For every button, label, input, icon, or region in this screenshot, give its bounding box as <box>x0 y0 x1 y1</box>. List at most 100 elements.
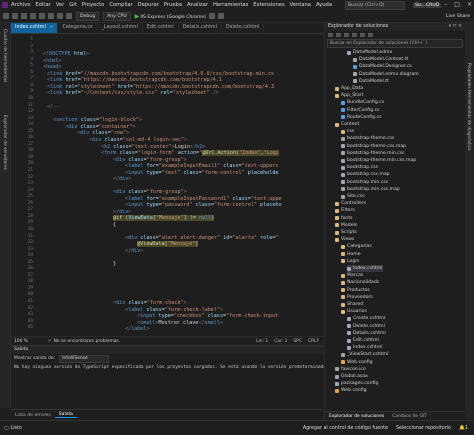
menu-ver[interactable]: Ver <box>56 2 64 8</box>
tree-item[interactable]: bootstrap-theme.css <box>341 135 394 142</box>
tab-solution-explorer[interactable]: Explorador de soluciones <box>325 414 388 419</box>
back-icon[interactable] <box>3 13 9 19</box>
forward-icon[interactable] <box>12 13 18 19</box>
close-icon[interactable]: × <box>50 23 54 33</box>
tree-item[interactable]: bootstrap.min.css <box>341 179 388 186</box>
tree-item[interactable]: RouteConfig.cs <box>341 114 381 121</box>
tree-item[interactable]: bootstrap-theme.min.css.map <box>341 157 416 164</box>
tree-item[interactable]: Proveedors <box>341 294 373 301</box>
configuration-dropdown[interactable]: Debug <box>76 11 100 21</box>
tree-item[interactable]: App_Data <box>335 85 363 92</box>
tree-item[interactable]: Shared <box>341 301 363 308</box>
menu-archivo[interactable]: Archivo <box>11 2 30 8</box>
tree-item[interactable]: Web.config <box>335 387 367 394</box>
close-icon[interactable]: × <box>467 1 472 8</box>
tree-item[interactable]: Global.asax <box>335 373 368 380</box>
notifications-icon[interactable]: 🔔1 <box>459 426 468 431</box>
run-button[interactable]: ▶IIS Express (Google Chrome) <box>135 13 206 20</box>
menu-prueba[interactable]: Prueba <box>164 2 182 8</box>
tree-item[interactable]: fonts <box>335 215 353 222</box>
show-all-icon[interactable] <box>360 32 365 37</box>
properties-tab[interactable]: Propiedades Herramientas de diagnóstico <box>467 63 472 151</box>
menu-editar[interactable]: Editar <box>35 2 50 8</box>
browser-link-icon[interactable] <box>218 13 225 19</box>
tree-item[interactable]: Categorias <box>341 243 372 250</box>
tree-item[interactable]: Productos <box>341 287 370 294</box>
tab-delete-cshtml[interactable]: Delete.cshtml <box>222 23 265 33</box>
tab-details-cshtml[interactable]: Details.cshtml <box>179 23 222 33</box>
menu-depurar[interactable]: Depurar <box>138 2 159 8</box>
menu-ayuda[interactable]: Ayuda <box>316 2 332 8</box>
server-explorer-tab[interactable]: Explorador de servidores <box>2 115 7 170</box>
tree-item[interactable]: _ViewStart.cshtml <box>341 351 388 358</box>
save-all-icon[interactable] <box>48 13 54 19</box>
tree-item[interactable]: Web.config <box>341 359 373 366</box>
tree-item[interactable]: Content <box>335 121 359 128</box>
solution-search-input[interactable]: Buscar en Explorador de soluciones (Ctrl… <box>327 39 463 48</box>
indentation-mode[interactable]: SPC <box>293 339 302 344</box>
line-ending[interactable]: CRLF <box>308 339 319 344</box>
save-icon[interactable] <box>39 13 45 19</box>
output-source-dropdown[interactable]: IntelliSense <box>59 354 110 363</box>
tree-item[interactable]: Controllers <box>335 200 366 207</box>
tab-git-changes[interactable]: Cambios de GIT <box>388 414 431 419</box>
tree-item[interactable]: DataModel.edmx.diagram <box>353 71 419 78</box>
tree-item[interactable]: bootstrap.min.css.map <box>341 186 400 193</box>
tree-item[interactable]: css <box>341 128 354 135</box>
menu-analizar[interactable]: Analizar <box>187 2 208 8</box>
select-repository[interactable]: Seleccionar repositorio <box>396 426 451 431</box>
tree-item[interactable]: FilterConfig.cs <box>341 107 380 114</box>
tree-item[interactable]: DataModel.Context.tt <box>353 56 408 63</box>
tree-item[interactable]: DataModel.tt <box>353 78 389 85</box>
toolbox-tab[interactable]: Cuadro de herramientas <box>2 29 7 82</box>
tab-categoria-cs[interactable]: Categoria.cs <box>58 23 98 33</box>
tree-item[interactable]: Nacionalidads <box>341 279 379 286</box>
tab-error-list[interactable]: Lista de errores <box>11 413 55 418</box>
refresh-icon[interactable] <box>209 13 216 19</box>
tree-item[interactable]: Delete.cshtml <box>347 323 385 330</box>
tab-layout-cshtml[interactable]: _Layout.cshtml <box>98 23 143 33</box>
tree-item[interactable]: DataModel.Designer.cs <box>353 63 412 70</box>
menu-herramientas[interactable]: Herramientas <box>213 2 248 8</box>
tree-item[interactable]: bootstrap-theme.css.map <box>341 143 406 150</box>
tree-item[interactable]: BundleConfig.cs <box>341 99 384 106</box>
settings-icon[interactable] <box>368 32 373 37</box>
tree-item[interactable]: Home <box>341 251 361 258</box>
tree-item[interactable]: Index.cshtml <box>347 344 383 351</box>
tree-item[interactable]: bootstrap.css <box>341 164 378 171</box>
panel-menu-icon[interactable]: ▾ ⊓ × <box>449 23 462 31</box>
code-editor[interactable]: 1 2 3 4 5 6 7 8 9 10 11 12 13 14 15 16 17 18 19 20 21 22 23 24 2… <box>11 34 323 336</box>
menu-git[interactable]: Git <box>69 2 77 8</box>
refresh-icon[interactable] <box>344 32 349 37</box>
global-search-input[interactable]: Buscar (Ctrl+Q) <box>345 0 405 10</box>
tree-item[interactable]: App_Start <box>335 92 364 99</box>
tree-item[interactable]: Scripts <box>335 229 357 236</box>
maximize-icon[interactable]: □ <box>454 1 460 8</box>
tree-item[interactable]: Views <box>335 236 354 243</box>
tab-output[interactable]: Salida <box>54 412 77 418</box>
tree-item[interactable]: DataModel.edmx <box>347 49 392 56</box>
menu-compilar[interactable]: Compilar <box>109 2 132 8</box>
live-share-button[interactable]: Live Share <box>446 14 470 19</box>
tree-item[interactable]: Usuarios <box>341 308 367 315</box>
tree-item[interactable]: Index.cshtml <box>347 265 383 273</box>
platform-dropdown[interactable]: Any CPU <box>103 11 131 21</box>
tree-item[interactable]: Edit.cshtml <box>347 337 379 344</box>
menu-proyecto[interactable]: Proyecto <box>82 2 105 8</box>
collapse-icon[interactable] <box>352 32 357 37</box>
menu-extensiones[interactable]: Extensiones <box>253 2 284 8</box>
tree-item[interactable]: Details.cshtml <box>347 330 386 337</box>
tree-item[interactable]: bootstrap-theme.min.css <box>341 150 405 157</box>
undo-icon[interactable] <box>57 13 63 19</box>
tree-item[interactable]: Filters <box>335 207 355 214</box>
tab-edit-cshtml[interactable]: Edit.cshtml <box>143 23 179 33</box>
new-item-icon[interactable] <box>21 13 27 19</box>
add-to-source-control[interactable]: Agregar al control de código fuente <box>303 426 388 431</box>
tree-item[interactable]: packages.config <box>335 380 378 387</box>
menu-ventana[interactable]: Ventana <box>290 2 311 8</box>
redo-icon[interactable] <box>66 13 72 19</box>
tree-item[interactable]: Site.css <box>341 193 365 200</box>
tree-item[interactable]: Login <box>341 258 359 265</box>
tree-item[interactable]: Marcas <box>341 272 363 279</box>
zoom-level[interactable]: 100 % <box>14 339 28 344</box>
